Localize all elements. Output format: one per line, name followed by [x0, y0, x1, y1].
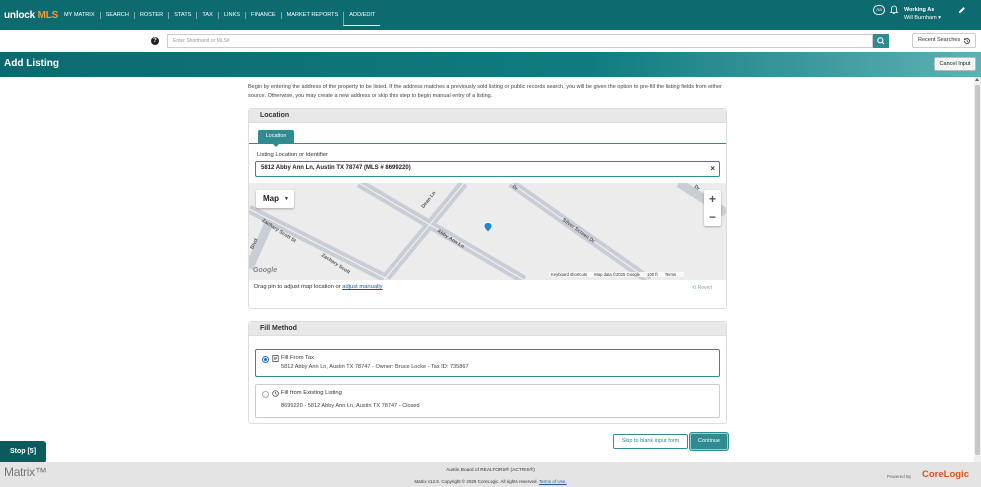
revert-label: Revert — [697, 285, 713, 291]
fill-from-listing-detail: 8699220 - 5812 Abby Ann Ln, Austin TX 78… — [281, 403, 420, 409]
zoom-out-button[interactable]: − — [704, 208, 721, 226]
logo-main-text: unlock — [4, 10, 36, 21]
nav-links[interactable]: LINKS — [217, 12, 245, 19]
logo-accent-text: MLS — [37, 10, 59, 21]
search-icon — [877, 37, 885, 45]
nav-my-matrix[interactable]: MY MATRIX — [64, 12, 100, 19]
cancel-input-button[interactable]: Cancel Input — [934, 57, 976, 71]
page-header: Add Listing Cancel Input — [0, 52, 981, 77]
tax-document-icon — [272, 355, 279, 362]
fill-from-tax-radio[interactable] — [262, 356, 269, 363]
keyboard-shortcuts-link[interactable]: Keyboard shortcuts — [551, 272, 587, 277]
board-name: Austin Board of REALTORS® (ACTRIS®) — [446, 468, 535, 473]
map-footer: Keyboard shortcuts Map data ©2025 Google… — [549, 272, 685, 277]
page-scrollbar[interactable] — [974, 77, 981, 462]
fill-from-tax-detail: 5812 Abby Ann Ln, Austin TX 78747 - Owne… — [281, 364, 469, 370]
nav-search[interactable]: SEARCH — [99, 12, 134, 19]
fill-from-listing-option[interactable]: Fill from Existing Listing 8699220 - 581… — [255, 384, 720, 418]
pencil-icon[interactable] — [958, 6, 966, 14]
drag-pin-hint: Drag pin to adjust map location or adjus… — [254, 284, 383, 290]
location-input-value: 5812 Abby Ann Ln, Austin TX 78747 (MLS #… — [261, 165, 411, 171]
fill-from-listing-title: Fill from Existing Listing — [281, 390, 342, 396]
intro-text: Begin by entering the address of the pro… — [248, 84, 722, 99]
page-footer: Matrix™ Austin Board of REALTORS® (ACTRI… — [0, 462, 981, 487]
zoom-in-button[interactable]: + — [704, 190, 721, 208]
scroll-up-arrow[interactable] — [975, 78, 979, 81]
location-input[interactable]: 5812 Abby Ann Ln, Austin TX 78747 (MLS #… — [255, 161, 720, 177]
unlockmls-logo[interactable]: unlock MLS — [4, 10, 58, 21]
history-icon — [963, 38, 970, 44]
working-as-label: Working As — [904, 7, 935, 13]
location-section-title: Location — [249, 109, 726, 123]
map-data-text: Map data ©2025 Google — [594, 272, 640, 277]
scroll-thumb[interactable] — [975, 85, 980, 455]
stop-button[interactable]: Stop [5] — [0, 441, 46, 463]
text-size-button[interactable]: Aa — [873, 5, 885, 15]
page-title: Add Listing — [4, 58, 59, 69]
revert-button[interactable]: ⟲ Revert — [692, 285, 712, 291]
powered-by-label: Powered By — [887, 474, 912, 479]
map-type-label: Map — [263, 194, 279, 203]
clock-icon — [272, 390, 279, 397]
copyright-label: Matrix v12.5. Copyright © 2025 CoreLogic… — [414, 479, 539, 484]
map-type-button[interactable]: Map ▼ — [256, 190, 294, 208]
tab-underline — [249, 143, 726, 144]
nav-finance[interactable]: FINANCE — [245, 12, 281, 19]
help-icon[interactable]: ? — [151, 37, 159, 45]
recent-searches-label: Recent Searches — [918, 37, 961, 43]
location-field-label: Listing Location or Identifier — [257, 152, 328, 158]
copyright-text: Matrix v12.5. Copyright © 2025 CoreLogic… — [0, 479, 981, 484]
map-view[interactable]: Zachary Scott St Zachary Scott Abby Ann … — [249, 183, 726, 280]
skip-to-blank-form-button[interactable]: Skip to blank input form — [613, 434, 688, 449]
caret-down-icon: ▼ — [284, 196, 289, 202]
google-logo: Google — [253, 267, 278, 274]
nav-stats[interactable]: STATS — [168, 12, 196, 19]
fill-from-listing-radio[interactable] — [262, 391, 269, 398]
shorthand-search-input[interactable]: Enter Shorthand or MLS# — [167, 34, 873, 48]
map-scale: 100 ft — [647, 272, 658, 277]
adjust-manually-link[interactable]: adjust manually — [342, 284, 382, 290]
undo-icon: ⟲ — [692, 285, 697, 291]
nav-roster[interactable]: ROSTER — [133, 12, 168, 19]
location-panel: Location Location Listing Location or Id… — [248, 108, 727, 309]
user-menu[interactable]: Will Burnham ▾ — [904, 15, 941, 21]
nav-add-edit[interactable]: ADD/EDIT — [343, 12, 381, 26]
fill-from-tax-title: Fill From Tax — [281, 355, 315, 361]
clear-icon[interactable]: × — [710, 162, 715, 175]
map-pin-icon[interactable] — [484, 223, 492, 232]
map-terms-link[interactable]: Terms — [665, 272, 676, 277]
recent-searches-button[interactable]: Recent Searches — [912, 33, 976, 48]
fill-from-tax-option[interactable]: Fill From Tax 5812 Abby Ann Ln, Austin T… — [255, 349, 720, 377]
map-roads — [249, 183, 726, 280]
drag-pin-text: Drag pin to adjust map location or — [254, 284, 343, 290]
nav-market-reports[interactable]: MARKET REPORTS — [280, 12, 344, 19]
search-button[interactable] — [873, 34, 889, 48]
nav-tax[interactable]: TAX — [196, 12, 217, 19]
main-nav: MY MATRIX SEARCH ROSTER STATS TAX LINKS … — [64, 12, 381, 26]
terms-of-use-link[interactable]: Terms of Use. — [539, 479, 567, 484]
tab-location[interactable]: Location — [258, 130, 294, 147]
zoom-control: + − — [704, 190, 721, 226]
fill-method-panel: Fill Method Fill From Tax 5812 Abby Ann … — [248, 321, 727, 424]
fill-method-section-title: Fill Method — [249, 322, 726, 336]
user-area: Aa Working As Will Burnham ▾ — [873, 5, 973, 27]
top-navigation-bar: unlock MLS MY MATRIX SEARCH ROSTER STATS… — [0, 0, 981, 30]
corelogic-logo: CoreLogic — [922, 469, 969, 480]
continue-button[interactable]: Continue — [690, 433, 728, 450]
search-row: ? Enter Shorthand or MLS# Recent Searche… — [0, 30, 981, 52]
bell-icon[interactable] — [889, 5, 899, 15]
